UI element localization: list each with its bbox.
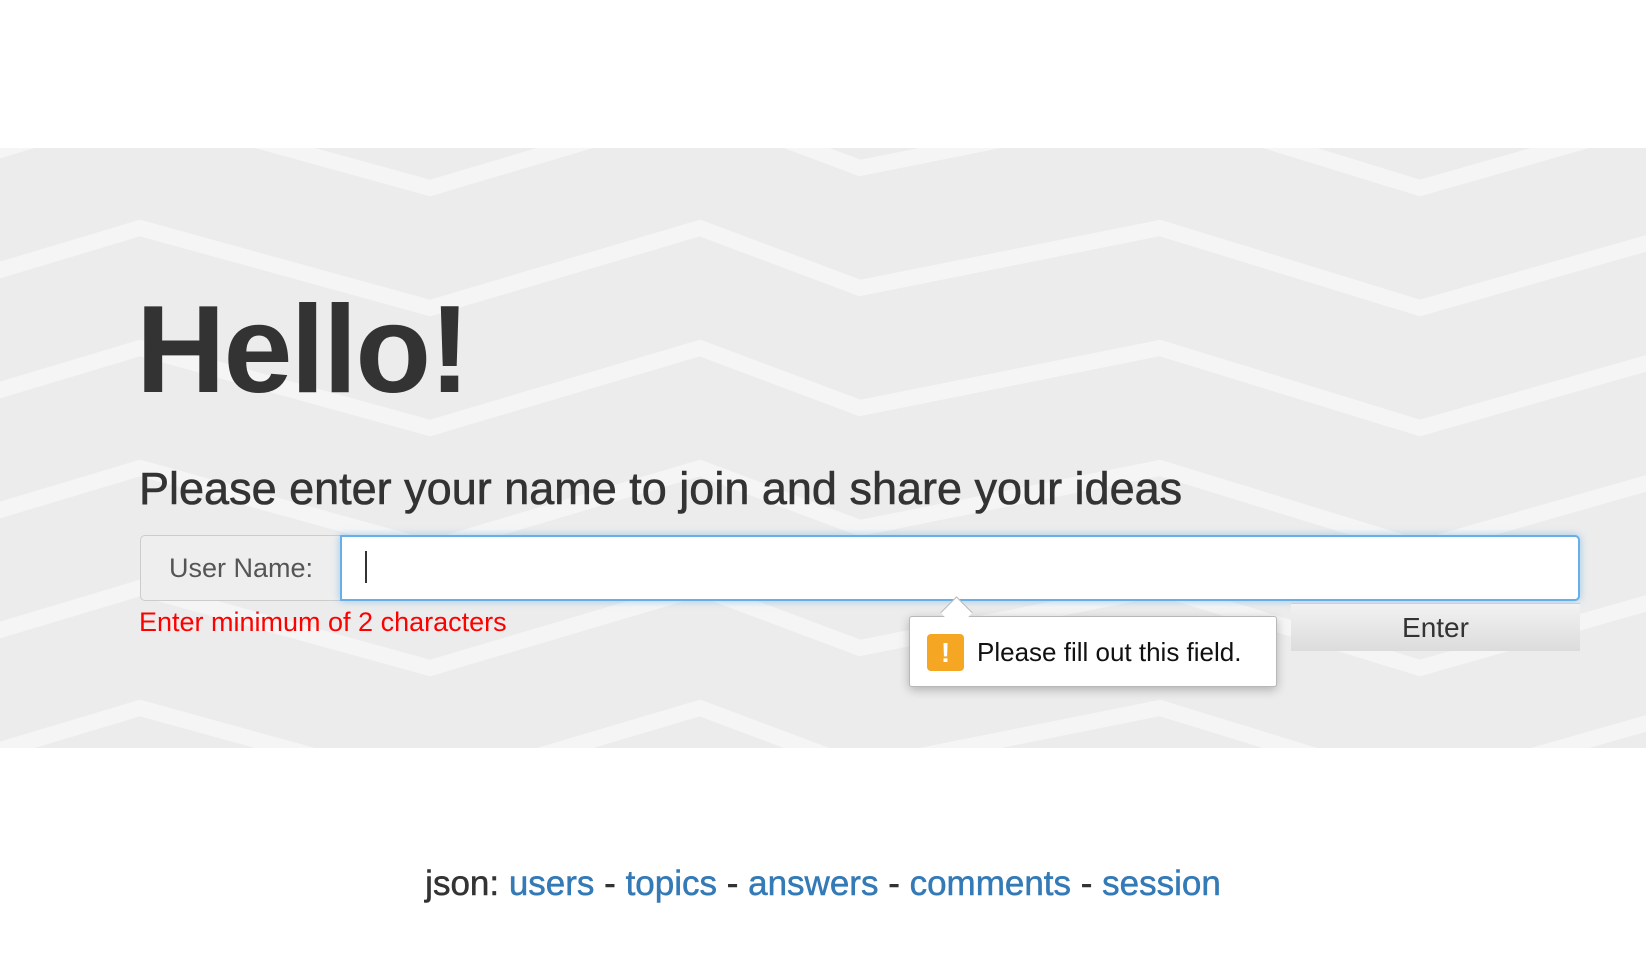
link-session[interactable]: session [1102,864,1221,904]
text-caret [365,551,367,583]
username-input-group: User Name: [140,535,1580,601]
chevron-background-pattern [0,148,1646,748]
separator: - [1080,864,1093,904]
warning-icon: ! [927,634,964,671]
page-subtitle: Please enter your name to join and share… [139,463,1183,515]
page-heading: Hello! [136,281,470,419]
link-users[interactable]: users [509,864,595,904]
json-links-footer: json: users - topics - answers - comment… [0,862,1646,906]
tooltip-message: Please fill out this field. [977,637,1242,667]
enter-button[interactable]: Enter [1291,603,1580,651]
link-topics[interactable]: topics [625,864,717,904]
hero-banner [0,148,1646,748]
separator: - [604,864,616,904]
page: Hello! Please enter your name to join an… [0,0,1646,972]
link-answers[interactable]: answers [748,864,879,904]
footer-prefix: json: [425,864,500,904]
validation-error: Enter minimum of 2 characters [139,607,507,637]
username-label: User Name: [140,535,341,601]
username-input[interactable] [340,535,1580,601]
separator: - [726,864,739,904]
validation-tooltip: ! Please fill out this field. [909,616,1277,687]
link-comments[interactable]: comments [909,864,1071,904]
separator: - [888,864,900,904]
